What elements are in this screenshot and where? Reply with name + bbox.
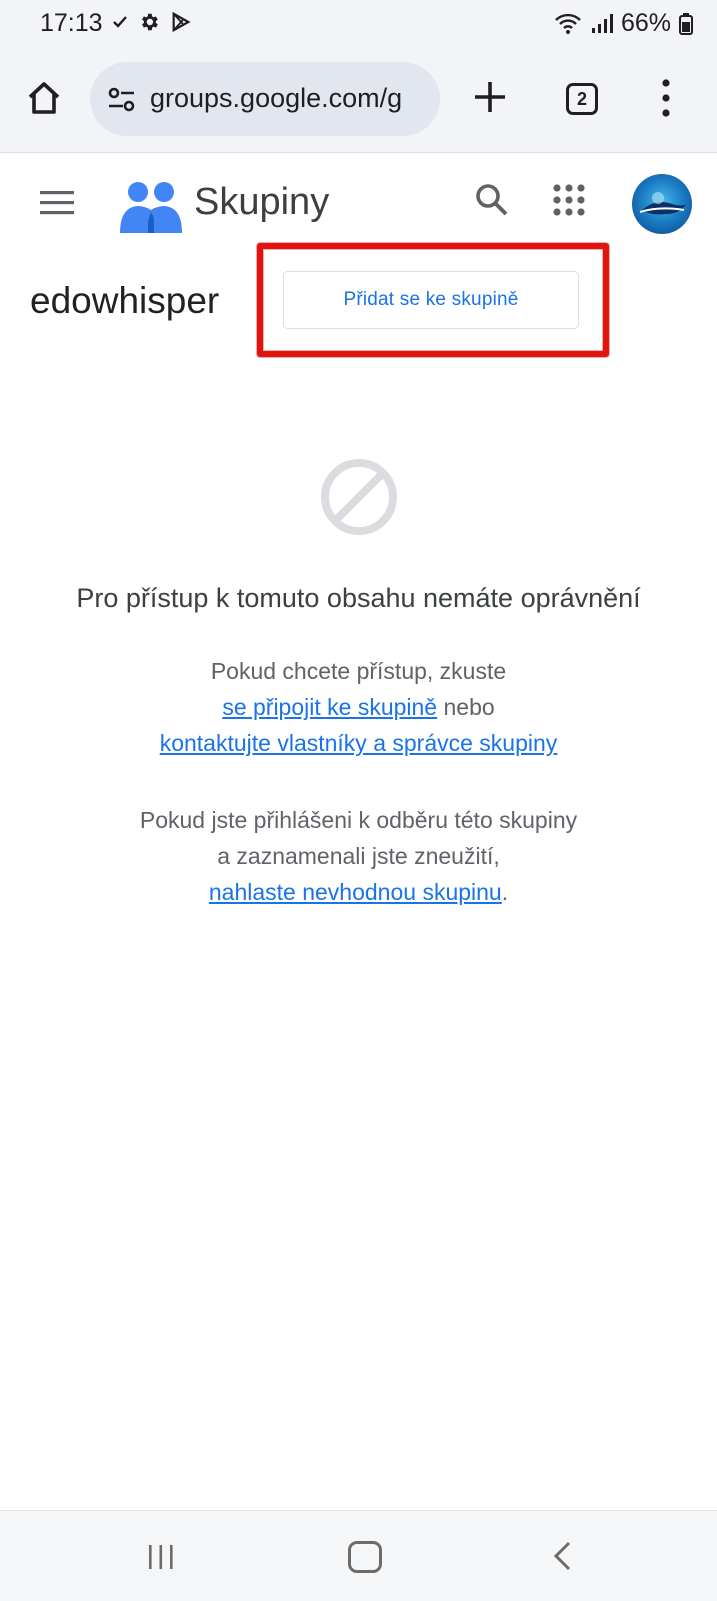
- no-access-icon: [321, 459, 397, 535]
- access-help-paragraph: Pokud chcete přístup, zkuste se připojit…: [0, 653, 717, 761]
- join-group-button[interactable]: Přidat se ke skupině: [283, 271, 579, 329]
- menu-icon[interactable]: [40, 189, 76, 217]
- check-icon: [113, 16, 127, 28]
- access-help-or: nebo: [437, 694, 495, 720]
- app-title[interactable]: Skupiny: [194, 181, 329, 224]
- address-bar[interactable]: groups.google.com/g: [90, 62, 440, 136]
- groups-logo-icon[interactable]: [118, 179, 184, 235]
- battery-icon: [679, 12, 693, 35]
- browser-toolbar: groups.google.com/g 2: [0, 48, 717, 153]
- access-help-line3: kontaktujte vlastníky a správce skupiny: [0, 725, 717, 761]
- play-store-icon: [172, 11, 191, 33]
- report-line2: a zaznamenali jste zneužití,: [217, 843, 500, 869]
- home-icon[interactable]: [24, 78, 64, 118]
- tab-switcher-button[interactable]: 2: [566, 83, 598, 115]
- status-right-icons: 66%: [553, 9, 693, 38]
- contact-owners-link[interactable]: kontaktujte vlastníky a správce skupiny: [160, 730, 558, 756]
- apps-grid-icon[interactable]: [552, 183, 586, 217]
- avatar[interactable]: [632, 174, 692, 234]
- group-name: edowhisper: [30, 280, 220, 321]
- status-left-icons: [112, 11, 192, 33]
- signal-icon: [591, 13, 613, 33]
- url-text[interactable]: groups.google.com/g: [150, 83, 430, 114]
- app-header: Skupiny: [0, 153, 717, 253]
- new-tab-icon[interactable]: [470, 77, 510, 117]
- status-bar: 17:13 66%: [0, 0, 717, 48]
- browser-menu-icon[interactable]: [656, 76, 676, 120]
- report-line3: nahlaste nevhodnou skupinu.: [0, 874, 717, 910]
- report-period: .: [501, 879, 509, 905]
- back-icon[interactable]: [552, 1541, 572, 1571]
- report-line1: Pokud jste přihlášeni k odběru této skup…: [139, 807, 578, 833]
- access-help-line2: se připojit ke skupině nebo: [0, 689, 717, 725]
- home-nav-button[interactable]: [348, 1541, 382, 1573]
- access-denied-heading: Pro přístup k tomuto obsahu nemáte opráv…: [76, 583, 641, 613]
- wifi-icon: [555, 13, 581, 34]
- report-paragraph: Pokud jste přihlášeni k odběru této skup…: [0, 802, 717, 910]
- site-settings-icon[interactable]: [106, 84, 138, 116]
- access-help-line1: Pokud chcete přístup, zkuste: [210, 658, 507, 684]
- avatar-image: [639, 192, 686, 215]
- join-group-link[interactable]: se připojit ke skupině: [222, 694, 437, 720]
- gear-icon: [142, 13, 158, 31]
- report-group-link[interactable]: nahlaste nevhodnou skupinu: [209, 879, 502, 905]
- battery-percent: 66%: [620, 9, 671, 37]
- system-nav-bar: [0, 1510, 717, 1601]
- search-icon[interactable]: [474, 182, 510, 218]
- status-time: 17:13: [40, 9, 103, 37]
- recent-apps-icon[interactable]: [148, 1544, 174, 1570]
